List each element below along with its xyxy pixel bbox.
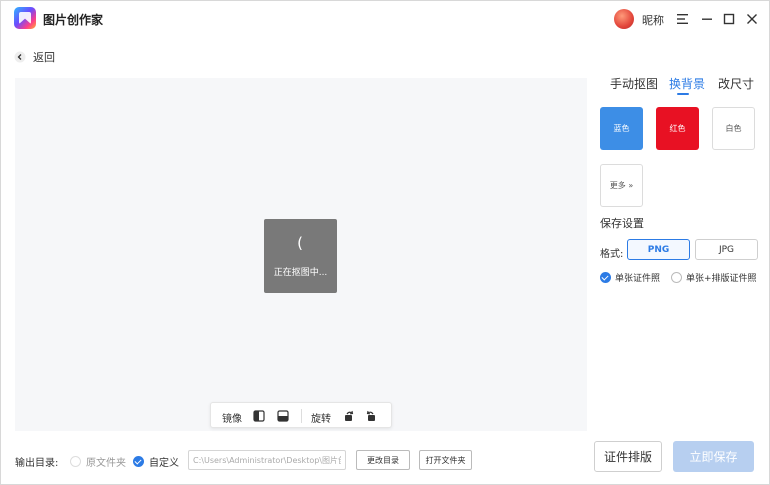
single-plus-layout-label: 单张+排版证件照 bbox=[686, 274, 757, 284]
rotate-right-icon[interactable] bbox=[343, 410, 355, 422]
original-folder-label: 原文件夹 bbox=[86, 458, 126, 469]
output-path-input[interactable] bbox=[188, 450, 346, 470]
radio-checked-icon bbox=[133, 456, 144, 467]
minimize-button[interactable] bbox=[697, 9, 717, 29]
spinner-icon: ( bbox=[297, 234, 303, 252]
image-canvas[interactable]: ( 正在抠图中... 镜像 旋转 bbox=[15, 78, 587, 431]
format-png-label: PNG bbox=[647, 244, 670, 255]
radio-unchecked-icon bbox=[671, 272, 682, 283]
bg-white-swatch[interactable]: 白色 bbox=[712, 107, 755, 150]
bg-blue-label: 蓝色 bbox=[613, 124, 630, 133]
user-avatar[interactable] bbox=[614, 9, 634, 29]
rotate-label: 旋转 bbox=[311, 414, 331, 425]
toolbar-separator bbox=[301, 409, 302, 423]
user-nickname[interactable]: 昵称 bbox=[642, 12, 664, 28]
chevron-left-icon bbox=[13, 50, 27, 64]
rotate-left-icon[interactable] bbox=[365, 410, 377, 422]
custom-folder-option[interactable]: 自定义 bbox=[133, 454, 179, 469]
bg-more-label: 更多 » bbox=[609, 181, 634, 190]
single-photo-label: 单张证件照 bbox=[615, 274, 661, 284]
radio-unchecked-icon bbox=[70, 456, 81, 467]
app-title: 图片创作家 bbox=[43, 13, 104, 27]
bg-more-button[interactable]: 更多 » bbox=[600, 164, 643, 207]
flip-horizontal-icon[interactable] bbox=[253, 410, 265, 422]
maximize-button[interactable] bbox=[719, 9, 739, 29]
single-plus-layout-option[interactable]: 单张+排版证件照 bbox=[671, 271, 757, 284]
open-folder-label: 打开文件夹 bbox=[425, 455, 466, 465]
format-label: 格式: bbox=[600, 249, 624, 260]
image-toolbar: 镜像 旋转 bbox=[210, 402, 392, 428]
app-window: 图片创作家 昵称 返回 (正在抠图中... 镜像 旋转 手动抠图 换背景 改尺… bbox=[0, 0, 770, 485]
close-icon bbox=[747, 14, 757, 24]
app-logo bbox=[14, 7, 36, 29]
maximize-icon bbox=[723, 13, 735, 25]
id-layout-label: 证件排版 bbox=[603, 450, 652, 464]
format-jpg-label: JPG bbox=[718, 244, 735, 255]
change-dir-label: 更改目录 bbox=[367, 455, 399, 465]
radio-checked-icon bbox=[600, 272, 611, 283]
output-dir-label: 输出目录: bbox=[15, 458, 59, 469]
loading-text: 正在抠图中... bbox=[273, 268, 328, 278]
id-layout-button[interactable]: 证件排版 bbox=[594, 441, 662, 472]
save-settings-title: 保存设置 bbox=[600, 217, 644, 230]
title-bar: 图片创作家 昵称 bbox=[1, 1, 769, 37]
tab-resize[interactable]: 改尺寸 bbox=[718, 75, 754, 92]
bg-red-swatch[interactable]: 红色 bbox=[656, 107, 699, 150]
minimize-icon bbox=[702, 18, 712, 20]
back-label: 返回 bbox=[33, 51, 55, 64]
original-folder-option[interactable]: 原文件夹 bbox=[70, 454, 126, 469]
format-jpg-button[interactable]: JPG bbox=[695, 239, 758, 260]
loading-overlay: ( 正在抠图中... bbox=[264, 219, 337, 293]
tab-manual-cutout[interactable]: 手动抠图 bbox=[610, 75, 658, 92]
back-button[interactable]: 返回 bbox=[13, 49, 55, 65]
single-photo-option[interactable]: 单张证件照 bbox=[600, 271, 660, 284]
active-tab-indicator bbox=[677, 93, 689, 95]
save-now-button[interactable]: 立即保存 bbox=[673, 441, 754, 472]
custom-folder-label: 自定义 bbox=[149, 458, 179, 469]
save-now-label: 立即保存 bbox=[689, 450, 738, 464]
menu-button[interactable] bbox=[673, 9, 693, 29]
format-png-button[interactable]: PNG bbox=[627, 239, 690, 260]
close-button[interactable] bbox=[742, 9, 762, 29]
menu-icon bbox=[677, 14, 688, 24]
flip-vertical-icon[interactable] bbox=[277, 410, 289, 422]
open-folder-button[interactable]: 打开文件夹 bbox=[419, 450, 472, 470]
mirror-label: 镜像 bbox=[222, 414, 242, 425]
bg-white-label: 白色 bbox=[725, 124, 742, 133]
change-dir-button[interactable]: 更改目录 bbox=[356, 450, 410, 470]
tab-change-background[interactable]: 换背景 bbox=[669, 75, 705, 92]
bg-red-label: 红色 bbox=[669, 124, 686, 133]
bg-blue-swatch[interactable]: 蓝色 bbox=[600, 107, 643, 150]
